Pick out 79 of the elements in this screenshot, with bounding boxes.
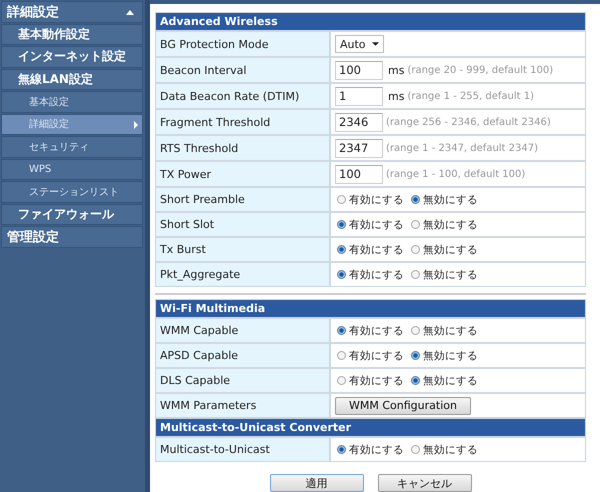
section-header: Wi-Fi Multimedia (156, 300, 585, 317)
range-hint: (range 20 - 999, default 100) (407, 64, 554, 76)
sidebar-item[interactable]: 基本動作設定 (1, 24, 143, 45)
input-field[interactable]: 2346 (335, 112, 383, 132)
radio-label: 有効にする (349, 324, 404, 338)
dropdown-arrow-icon (372, 42, 379, 46)
sidebar-item[interactable]: 無線LAN設定 (1, 68, 143, 90)
radio-label: 無効にする (423, 374, 478, 388)
radio-label: 無効にする (423, 442, 478, 456)
input-field[interactable]: 2347 (335, 138, 383, 158)
row-label: RTS Threshold (156, 136, 331, 160)
sidebar-item[interactable]: 基本設定 (1, 91, 143, 112)
radio-button[interactable] (337, 195, 346, 204)
apply-button[interactable]: 適用 (270, 474, 364, 492)
row-label: Data Beacon Rate (DTIM) (156, 84, 331, 108)
radio-label: 無効にする (423, 192, 478, 206)
radio-button[interactable] (411, 351, 420, 360)
row-label: DLS Capable (156, 369, 331, 392)
row-label: Beacon Interval (156, 58, 331, 82)
sidebar-item[interactable]: セキュリティ (1, 136, 143, 158)
radio-label: 有効にする (349, 348, 404, 362)
sidebar-item[interactable]: WPS (1, 158, 143, 180)
radio-button[interactable] (411, 376, 420, 385)
sidebar-item[interactable]: 詳細設定 (1, 1, 143, 22)
section-header: Advanced Wireless (156, 13, 585, 30)
row-label: APSD Capable (156, 344, 331, 367)
radio-button[interactable] (411, 326, 420, 335)
radio-label: 有効にする (349, 242, 404, 256)
dropdown[interactable]: Auto (335, 35, 384, 53)
radio-button[interactable] (337, 445, 346, 454)
input-field[interactable]: 100 (335, 60, 383, 80)
input-field[interactable]: 1 (335, 86, 383, 106)
row-label: Short Slot (156, 213, 331, 236)
radio-label: 有効にする (349, 442, 404, 456)
row-label: TX Power (156, 162, 331, 186)
row-label: Tx Burst (156, 238, 331, 261)
sidebar-item[interactable]: ステーションリスト (1, 181, 143, 202)
row-label: Multicast-to-Unicast (156, 438, 331, 461)
radio-label: 有効にする (349, 374, 404, 388)
section-header: Multicast-to-Unicast Converter (156, 419, 585, 436)
row-label: Fragment Threshold (156, 110, 331, 134)
sidebar-item[interactable]: 管理設定 (1, 226, 143, 248)
radio-button[interactable] (337, 326, 346, 335)
radio-label: 無効にする (423, 218, 478, 232)
row-label: BG Protection Mode (156, 32, 331, 56)
wmm-configuration-button[interactable]: WMM Configuration (335, 396, 471, 414)
radio-label: 無効にする (423, 242, 478, 256)
radio-button[interactable] (337, 376, 346, 385)
radio-button[interactable] (337, 220, 346, 229)
cancel-button[interactable]: キャンセル (378, 474, 472, 492)
radio-button[interactable] (411, 445, 420, 454)
radio-button[interactable] (411, 270, 420, 279)
sidebar-item[interactable]: ファイアウォール (1, 204, 143, 225)
arrow-icon (134, 120, 138, 128)
row-label: Pkt_Aggregate (156, 263, 331, 286)
radio-label: 無効にする (423, 268, 478, 282)
radio-button[interactable] (337, 245, 346, 254)
radio-button[interactable] (337, 270, 346, 279)
unit-label: ms (388, 90, 404, 102)
radio-label: 無効にする (423, 348, 478, 362)
radio-label: 有効にする (349, 268, 404, 282)
range-hint: (range 1 - 100, default 100) (386, 168, 526, 180)
range-hint: (range 256 - 2346, default 2346) (386, 116, 551, 128)
radio-button[interactable] (411, 220, 420, 229)
row-label: WMM Parameters (156, 394, 331, 417)
sidebar-item[interactable]: インターネット設定 (1, 46, 143, 68)
input-field[interactable]: 100 (335, 164, 383, 184)
unit-label: ms (388, 64, 404, 76)
range-hint: (range 1 - 2347, default 2347) (386, 142, 538, 154)
radio-button[interactable] (411, 195, 420, 204)
row-label: Short Preamble (156, 188, 331, 211)
radio-button[interactable] (411, 245, 420, 254)
sidebar-item[interactable]: 詳細設定 (1, 114, 143, 135)
radio-button[interactable] (337, 351, 346, 360)
radio-label: 無効にする (423, 324, 478, 338)
radio-label: 有効にする (349, 192, 404, 206)
row-label: WMM Capable (156, 319, 331, 342)
range-hint: (range 1 - 255, default 1) (407, 90, 534, 102)
radio-label: 有効にする (349, 218, 404, 232)
